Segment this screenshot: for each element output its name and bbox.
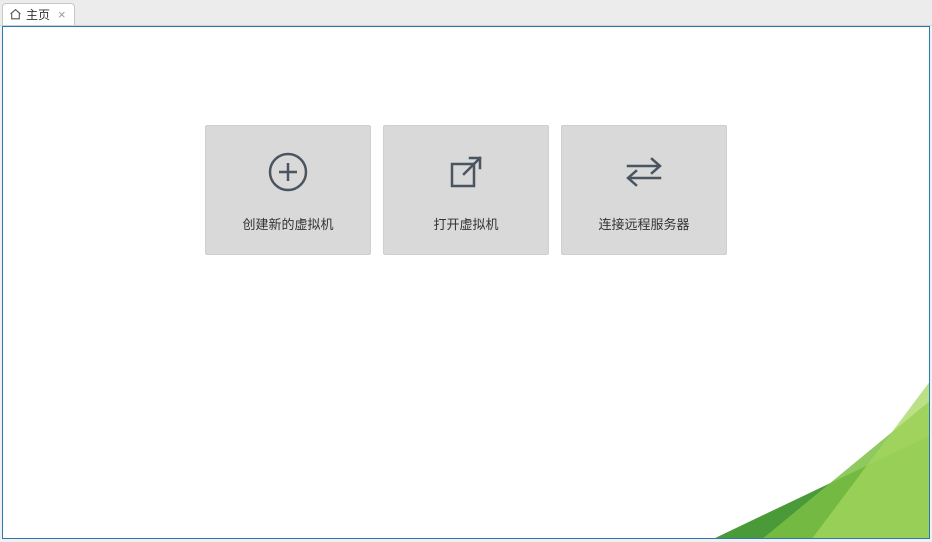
decorative-corner: [651, 380, 930, 539]
create-vm-label: 创建新的虚拟机: [242, 214, 333, 233]
connect-server-button[interactable]: 连接远程服务器: [561, 125, 727, 255]
tab-bar: 主页 ×: [0, 0, 932, 26]
open-vm-label: 打开虚拟机: [433, 214, 498, 233]
swap-arrows-icon: [620, 148, 668, 196]
open-external-icon: [444, 148, 488, 196]
tab-title: 主页: [26, 6, 50, 23]
connect-server-label: 连接远程服务器: [598, 214, 689, 233]
tab-home[interactable]: 主页 ×: [2, 3, 75, 25]
plus-circle-icon: [266, 148, 310, 196]
content-area: 创建新的虚拟机 打开虚拟机 连接远程服务器: [2, 26, 930, 539]
home-icon: [9, 8, 22, 21]
open-vm-button[interactable]: 打开虚拟机: [383, 125, 549, 255]
close-icon[interactable]: ×: [58, 8, 66, 21]
create-vm-button[interactable]: 创建新的虚拟机: [205, 125, 371, 255]
action-cards: 创建新的虚拟机 打开虚拟机 连接远程服务器: [3, 125, 929, 255]
